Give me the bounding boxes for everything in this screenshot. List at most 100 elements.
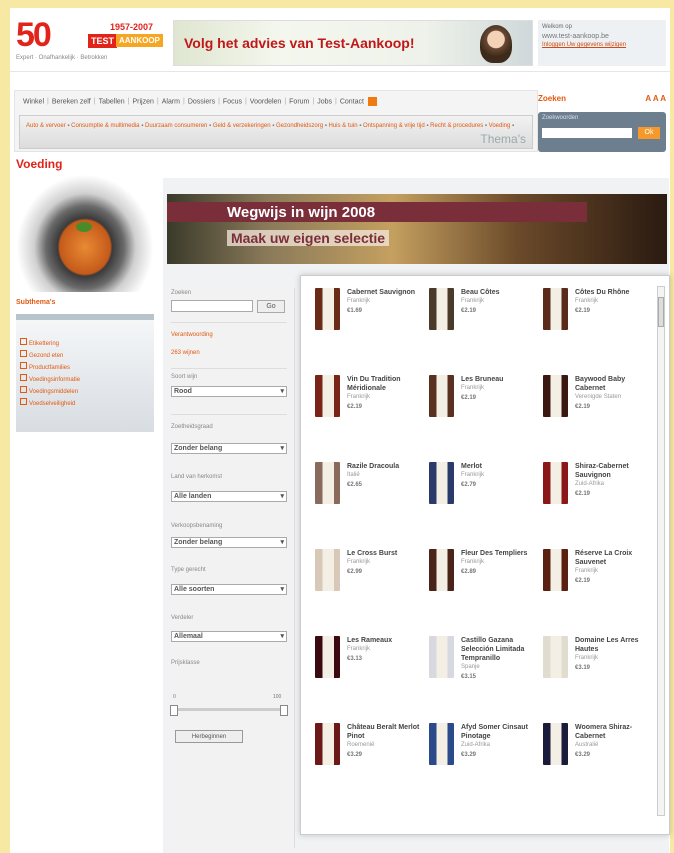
- wine-bottle-image[interactable]: [429, 636, 454, 678]
- wine-card[interactable]: Château Beralt Merlot Pinot Roemenië €3.29: [315, 723, 427, 803]
- wine-name[interactable]: Réserve La Croix Sauvenet: [575, 550, 632, 566]
- wine-name[interactable]: Les Bruneau: [461, 376, 503, 383]
- wine-name[interactable]: Castillo Gazana Selección Limitada Tempr…: [461, 637, 524, 662]
- wine-name[interactable]: Merlot: [461, 463, 482, 470]
- nav-item[interactable]: Contact: [340, 98, 364, 105]
- wine-bottle-image[interactable]: [315, 375, 340, 417]
- wine-name[interactable]: Afyd Somer Cinsaut Pinotage: [461, 724, 528, 740]
- wine-bottle-image[interactable]: [543, 462, 568, 504]
- wine-name[interactable]: Beau Côtes: [461, 289, 500, 296]
- wine-bottle-image[interactable]: [429, 549, 454, 591]
- scroll-thumb[interactable]: [658, 297, 664, 327]
- nav-item[interactable]: Winkel: [23, 98, 44, 105]
- search-button[interactable]: Ok: [638, 127, 660, 139]
- wine-card[interactable]: Shiraz-Cabernet Sauvignon Zuid-Afrika €2.1…: [543, 462, 655, 542]
- thema-item[interactable]: Duurzaam consumeren: [145, 123, 207, 129]
- wine-bottle-image[interactable]: [429, 288, 454, 330]
- wine-card[interactable]: Woomera Shiraz-Cabernet Australië €3.29: [543, 723, 655, 803]
- subthema-item[interactable]: Gezond eten: [20, 350, 150, 362]
- filter-go-button[interactable]: Go: [257, 300, 285, 313]
- thema-item[interactable]: Geld & verzekeringen: [213, 123, 271, 129]
- header-banner[interactable]: Volg het advies van Test-Aankoop!: [173, 20, 533, 66]
- wine-bottle-image[interactable]: [315, 462, 340, 504]
- wine-card[interactable]: Merlot Frankrijk €2.79: [429, 462, 541, 542]
- wine-bottle-image[interactable]: [315, 549, 340, 591]
- reset-button[interactable]: Herbeginnen: [175, 730, 243, 743]
- wine-bottle-image[interactable]: [315, 288, 340, 330]
- wine-card[interactable]: Le Cross Burst Frankrijk €2.99: [315, 549, 427, 629]
- wine-name[interactable]: Cabernet Sauvignon: [347, 289, 415, 296]
- wine-bottle-image[interactable]: [429, 462, 454, 504]
- wine-bottle-image[interactable]: [543, 723, 568, 765]
- zoetheid-select[interactable]: Zonder belang: [171, 443, 287, 454]
- subthema-item[interactable]: Voedingsmiddelen: [20, 386, 150, 398]
- wine-bottle-image[interactable]: [543, 375, 568, 417]
- wine-name[interactable]: Razile Dracoula: [347, 463, 399, 470]
- thema-item[interactable]: Ontspanning & vrije tijd: [363, 123, 425, 129]
- wine-card[interactable]: Les Rameaux Frankrijk €3.13: [315, 636, 427, 716]
- verantwoording-link[interactable]: Verantwoording: [171, 332, 213, 338]
- wine-name[interactable]: Château Beralt Merlot Pinot: [347, 724, 419, 740]
- wine-card[interactable]: Razile Dracoula Italië €2.65: [315, 462, 427, 542]
- thema-item[interactable]: Consumptie & multimedia: [71, 123, 139, 129]
- nav-item[interactable]: Jobs: [317, 98, 332, 105]
- wine-card[interactable]: Réserve La Croix Sauvenet Frankrijk €2.19: [543, 549, 655, 629]
- verdeler-select[interactable]: Allemaal: [171, 631, 287, 642]
- soort-select[interactable]: Rood: [171, 386, 287, 397]
- wine-name[interactable]: Baywood Baby Cabernet: [575, 376, 625, 392]
- wine-card[interactable]: Cabernet Sauvignon Frankrijk €1.69: [315, 288, 427, 368]
- wine-card[interactable]: Beau Côtes Frankrijk €2.19: [429, 288, 541, 368]
- wine-name[interactable]: Le Cross Burst: [347, 550, 397, 557]
- subthema-item[interactable]: Etikettering: [20, 338, 150, 350]
- wine-card[interactable]: Afyd Somer Cinsaut Pinotage Zuid-Afrika €3…: [429, 723, 541, 803]
- wine-name[interactable]: Shiraz-Cabernet Sauvignon: [575, 463, 629, 479]
- thema-item[interactable]: Recht & procedures: [430, 123, 483, 129]
- wine-name[interactable]: Côtes Du Rhône: [575, 289, 629, 296]
- thema-item[interactable]: Auto & vervoer: [26, 123, 66, 129]
- nav-item[interactable]: Bereken zelf: [52, 98, 91, 105]
- wine-card[interactable]: Vin Du Tradition Méridionale Frankrijk €2.…: [315, 375, 427, 455]
- wine-name[interactable]: Les Rameaux: [347, 637, 392, 644]
- wine-bottle-image[interactable]: [543, 549, 568, 591]
- nav-item[interactable]: Focus: [223, 98, 242, 105]
- price-slider[interactable]: [170, 705, 288, 716]
- nav-item[interactable]: Prijzen: [133, 98, 154, 105]
- subthema-item[interactable]: Voedselveiligheid: [20, 398, 150, 410]
- wine-card[interactable]: Domaine Les Arres Hautes Frankrijk €3.19: [543, 636, 655, 716]
- search-input[interactable]: [542, 128, 632, 138]
- wine-name[interactable]: Vin Du Tradition Méridionale: [347, 376, 401, 392]
- rss-icon[interactable]: [367, 97, 377, 106]
- wine-name[interactable]: Fleur Des Templiers: [461, 550, 527, 557]
- wine-bottle-image[interactable]: [543, 636, 568, 678]
- subthema-item[interactable]: Productfamilies: [20, 362, 150, 374]
- thema-item[interactable]: Huis & tuin: [329, 123, 358, 129]
- font-size-control[interactable]: A A A: [645, 94, 666, 103]
- thema-item[interactable]: Gezondheidszorg: [276, 123, 323, 129]
- wine-bottle-image[interactable]: [315, 723, 340, 765]
- wine-name[interactable]: Domaine Les Arres Hautes: [575, 637, 639, 653]
- results-scrollbar[interactable]: [657, 286, 665, 816]
- nav-item[interactable]: Alarm: [162, 98, 180, 105]
- wine-bottle-image[interactable]: [429, 723, 454, 765]
- wine-name[interactable]: Woomera Shiraz-Cabernet: [575, 724, 632, 740]
- wine-card[interactable]: Côtes Du Rhône Frankrijk €2.19: [543, 288, 655, 368]
- verkoop-select[interactable]: Zonder belang: [171, 537, 287, 548]
- wine-count-link[interactable]: 263 wijnen: [171, 350, 200, 356]
- filter-search-input[interactable]: [171, 300, 253, 312]
- wine-bottle-image[interactable]: [315, 636, 340, 678]
- wine-card[interactable]: Fleur Des Templiers Frankrijk €2.89: [429, 549, 541, 629]
- logo-50[interactable]: 50: [16, 18, 52, 52]
- type-select[interactable]: Alle soorten: [171, 584, 287, 595]
- thema-item[interactable]: Voeding: [489, 123, 511, 129]
- wine-card[interactable]: Baywood Baby Cabernet Verenigde Staten €2.…: [543, 375, 655, 455]
- wine-bottle-image[interactable]: [429, 375, 454, 417]
- login-links[interactable]: Inloggen Uw gegevens wijzigen: [542, 41, 662, 50]
- land-select[interactable]: Alle landen: [171, 491, 287, 502]
- subthema-item[interactable]: Voedingsinformatie: [20, 374, 150, 386]
- wine-bottle-image[interactable]: [543, 288, 568, 330]
- nav-item[interactable]: Dossiers: [188, 98, 215, 105]
- wine-card[interactable]: Les Bruneau Frankrijk €2.19: [429, 375, 541, 455]
- nav-item[interactable]: Forum: [289, 98, 309, 105]
- nav-item[interactable]: Voordelen: [250, 98, 282, 105]
- wine-card[interactable]: Castillo Gazana Selección Limitada Tempr…: [429, 636, 541, 716]
